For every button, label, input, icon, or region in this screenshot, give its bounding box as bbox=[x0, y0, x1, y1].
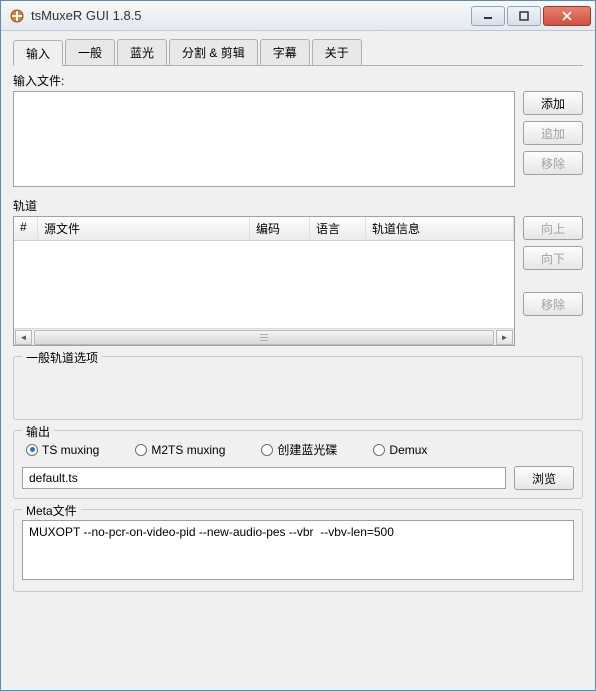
scroll-left-button[interactable]: ◄ bbox=[15, 330, 32, 345]
tabstrip: 输入 一般 蓝光 分割 & 剪辑 字幕 关于 bbox=[13, 39, 583, 66]
move-down-button[interactable]: 向下 bbox=[523, 246, 583, 270]
add-button[interactable]: 添加 bbox=[523, 91, 583, 115]
col-codec[interactable]: 编码 bbox=[250, 217, 310, 240]
radio-dot-icon bbox=[261, 444, 273, 456]
tracks-label: 轨道 bbox=[13, 197, 583, 214]
col-num[interactable]: # bbox=[14, 217, 38, 240]
tab-general[interactable]: 一般 bbox=[65, 39, 115, 65]
remove-input-button[interactable]: 移除 bbox=[523, 151, 583, 175]
radio-bluray-label: 创建蓝光碟 bbox=[277, 441, 337, 458]
general-track-options-label: 一般轨道选项 bbox=[22, 349, 102, 366]
radio-m2ts-label: M2TS muxing bbox=[151, 443, 225, 457]
input-files-list[interactable] bbox=[13, 91, 515, 187]
move-up-button[interactable]: 向上 bbox=[523, 216, 583, 240]
radio-m2ts-muxing[interactable]: M2TS muxing bbox=[135, 443, 225, 457]
col-info[interactable]: 轨道信息 bbox=[366, 217, 514, 240]
col-source[interactable]: 源文件 bbox=[38, 217, 250, 240]
output-path-field[interactable] bbox=[22, 467, 506, 489]
scroll-right-button[interactable]: ► bbox=[496, 330, 513, 345]
tab-about[interactable]: 关于 bbox=[312, 39, 362, 65]
client-area: 输入 一般 蓝光 分割 & 剪辑 字幕 关于 输入文件: 添加 追加 移除 轨道… bbox=[1, 31, 595, 690]
meta-content-field[interactable] bbox=[22, 520, 574, 580]
window-controls bbox=[469, 6, 595, 26]
radio-demux-label: Demux bbox=[389, 443, 427, 457]
radio-ts-muxing[interactable]: TS muxing bbox=[26, 443, 99, 457]
window-title: tsMuxeR GUI 1.8.5 bbox=[31, 8, 469, 23]
minimize-button[interactable] bbox=[471, 6, 505, 26]
tab-input[interactable]: 输入 bbox=[13, 40, 63, 66]
radio-dot-icon bbox=[26, 444, 38, 456]
output-label: 输出 bbox=[22, 423, 54, 440]
output-group: 输出 TS muxing M2TS muxing 创建蓝光碟 Demux bbox=[13, 430, 583, 499]
tab-subtitles[interactable]: 字幕 bbox=[260, 39, 310, 65]
app-window: tsMuxeR GUI 1.8.5 输入 一般 蓝光 分割 & 剪辑 字幕 关于… bbox=[0, 0, 596, 691]
tracks-hscrollbar[interactable]: ◄ ► bbox=[14, 328, 514, 345]
radio-demux[interactable]: Demux bbox=[373, 443, 427, 457]
browse-button[interactable]: 浏览 bbox=[514, 466, 574, 490]
radio-bluray[interactable]: 创建蓝光碟 bbox=[261, 441, 337, 458]
tracks-header: # 源文件 编码 语言 轨道信息 bbox=[14, 217, 514, 241]
meta-label: Meta文件 bbox=[22, 502, 81, 519]
tab-splitcut[interactable]: 分割 & 剪辑 bbox=[169, 39, 258, 65]
scroll-thumb[interactable] bbox=[34, 330, 494, 345]
maximize-button[interactable] bbox=[507, 6, 541, 26]
radio-dot-icon bbox=[135, 444, 147, 456]
radio-ts-label: TS muxing bbox=[42, 443, 99, 457]
meta-group: Meta文件 bbox=[13, 509, 583, 592]
tracks-table[interactable]: # 源文件 编码 语言 轨道信息 ◄ ► bbox=[13, 216, 515, 346]
radio-dot-icon bbox=[373, 444, 385, 456]
col-lang[interactable]: 语言 bbox=[310, 217, 366, 240]
close-button[interactable] bbox=[543, 6, 591, 26]
app-icon bbox=[9, 8, 25, 24]
tab-bluray[interactable]: 蓝光 bbox=[117, 39, 167, 65]
tracks-body[interactable] bbox=[14, 241, 514, 328]
titlebar[interactable]: tsMuxeR GUI 1.8.5 bbox=[1, 1, 595, 31]
input-files-label: 输入文件: bbox=[13, 72, 583, 89]
general-track-options-group: 一般轨道选项 bbox=[13, 356, 583, 420]
append-button[interactable]: 追加 bbox=[523, 121, 583, 145]
remove-track-button[interactable]: 移除 bbox=[523, 292, 583, 316]
